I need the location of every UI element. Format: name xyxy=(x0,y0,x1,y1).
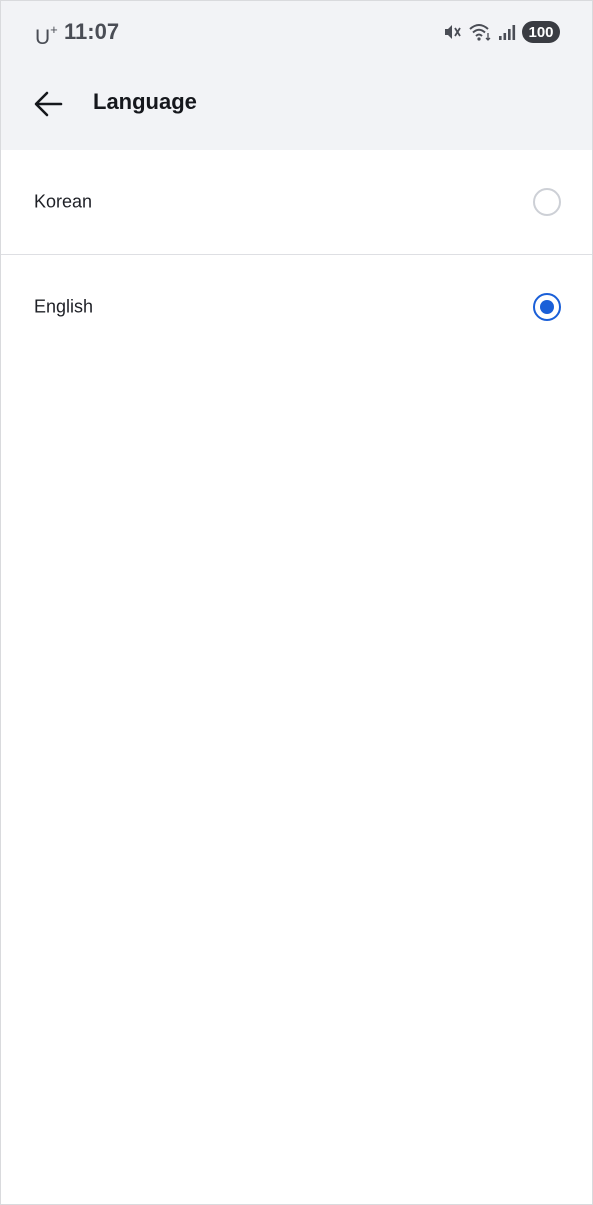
status-time: 11:07 xyxy=(64,19,120,44)
carrier-plus: + xyxy=(50,22,58,37)
app-bar: Language xyxy=(1,63,592,150)
language-label: Korean xyxy=(34,191,93,212)
signal-icon xyxy=(498,22,516,42)
carrier-label: U+ xyxy=(35,19,58,51)
page-title: Language xyxy=(93,89,197,114)
radio-button-unselected[interactable] xyxy=(533,188,561,216)
screen: U+ 11:07 100 Language Korean English xyxy=(0,0,593,1205)
radio-dot xyxy=(540,300,554,314)
carrier-name: U xyxy=(35,26,51,49)
battery-indicator: 100 xyxy=(522,21,560,43)
arrow-left-icon xyxy=(33,90,63,123)
back-button[interactable] xyxy=(25,83,71,129)
status-icons: 100 xyxy=(442,20,560,44)
radio-button-selected[interactable] xyxy=(533,293,561,321)
language-label: English xyxy=(34,296,94,317)
language-list: Korean English xyxy=(1,150,592,359)
language-option-english[interactable]: English xyxy=(1,254,592,359)
wifi-icon xyxy=(468,22,492,42)
mute-icon xyxy=(442,22,462,42)
status-bar: U+ 11:07 100 xyxy=(1,1,592,63)
language-option-korean[interactable]: Korean xyxy=(1,150,592,254)
